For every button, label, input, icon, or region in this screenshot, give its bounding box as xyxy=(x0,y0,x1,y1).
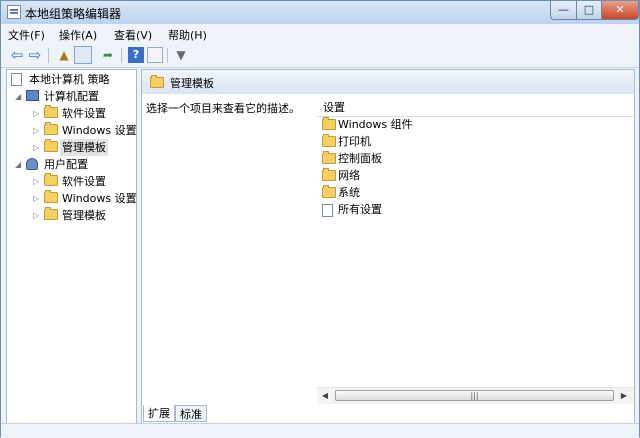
list-item-label: 网络 xyxy=(338,169,360,182)
details-pane: 管理模板 选择一个项目来查看它的描述。 设置 Windows 组件 打印机 控制… xyxy=(141,69,635,424)
folder-icon xyxy=(44,105,58,118)
folder-icon xyxy=(322,168,336,181)
up-folder-icon[interactable]: ▲ xyxy=(56,47,72,63)
tree-item-label: 软件设置 xyxy=(62,175,106,188)
computer-icon xyxy=(26,90,39,101)
toolbar-divider xyxy=(121,48,122,63)
folder-icon xyxy=(44,207,58,220)
close-button[interactable]: ✕ xyxy=(601,1,639,20)
show-tree-icon[interactable] xyxy=(74,46,92,64)
expand-icon[interactable]: ▷ xyxy=(33,173,39,190)
toolbar-divider xyxy=(48,48,49,63)
menu-bar: 文件(F) 操作(A) 查看(V) 帮助(H) xyxy=(1,24,639,44)
all-settings-icon xyxy=(322,204,333,217)
details-title: 管理模板 xyxy=(170,77,214,90)
column-title: 设置 xyxy=(323,101,345,114)
tab-standard[interactable]: 标准 xyxy=(175,405,207,422)
status-bar xyxy=(1,423,639,438)
menu-view[interactable]: 查看(V) xyxy=(114,27,152,43)
tree-item-label: 管理模板 xyxy=(62,209,106,222)
scroll-thumb[interactable]: ||| xyxy=(335,390,614,401)
menu-help[interactable]: 帮助(H) xyxy=(168,27,207,43)
minimize-button[interactable]: — xyxy=(550,1,577,20)
policy-editor-icon xyxy=(7,5,21,19)
forward-icon[interactable]: ⇨ xyxy=(27,47,43,63)
folder-icon xyxy=(44,122,58,135)
view-tabs: 扩展 标准 xyxy=(141,404,635,423)
expand-icon[interactable]: ▷ xyxy=(33,122,39,139)
collapse-icon[interactable]: ◢ xyxy=(15,88,21,105)
tree-item-label: 软件设置 xyxy=(62,107,106,120)
folder-icon xyxy=(322,185,336,198)
list-item-label: Windows 组件 xyxy=(338,118,413,131)
folder-icon xyxy=(150,75,164,88)
filter-icon[interactable]: ▼ xyxy=(173,47,189,63)
description-text: 选择一个项目来查看它的描述。 xyxy=(146,102,300,115)
toolbar-divider xyxy=(167,48,168,63)
folder-icon xyxy=(322,134,336,147)
tree-item-label: 计算机配置 xyxy=(44,90,99,103)
folder-icon xyxy=(44,173,58,186)
expand-icon[interactable]: ▷ xyxy=(33,139,39,156)
export-list-icon[interactable]: ➦ xyxy=(100,47,116,63)
maximize-button[interactable]: □ xyxy=(576,1,602,20)
expand-icon[interactable]: ▷ xyxy=(33,190,39,207)
properties-icon[interactable] xyxy=(147,47,163,63)
tree-item-label: 本地计算机 策略 xyxy=(29,73,110,86)
folder-icon xyxy=(322,151,336,164)
column-header-settings[interactable]: 设置 xyxy=(317,94,634,117)
horizontal-scrollbar[interactable]: ◀ ||| ▶ xyxy=(317,387,634,404)
folder-icon xyxy=(44,190,58,203)
menu-action[interactable]: 操作(A) xyxy=(59,27,97,43)
tree-item-label: 用户配置 xyxy=(44,158,88,171)
list-item-label: 系统 xyxy=(338,186,360,199)
back-icon[interactable]: ⇦ xyxy=(9,47,25,63)
folder-icon xyxy=(44,139,58,152)
user-icon xyxy=(26,158,38,170)
details-header: 管理模板 xyxy=(142,70,634,94)
menu-file[interactable]: 文件(F) xyxy=(8,27,45,43)
toolbar: ⇦ ⇨ ▲ ➦ ? ▼ xyxy=(1,44,639,68)
policy-document-icon xyxy=(11,73,22,86)
tree-item-label: Windows 设置 xyxy=(62,192,137,205)
help-icon[interactable]: ? xyxy=(128,47,144,63)
folder-icon xyxy=(322,117,336,130)
title-bar: 本地组策略编辑器 — □ ✕ xyxy=(1,1,639,24)
expand-icon[interactable]: ▷ xyxy=(33,207,39,224)
scroll-right-icon[interactable]: ▶ xyxy=(616,388,632,404)
list-item-label: 控制面板 xyxy=(338,152,382,165)
list-item-label: 打印机 xyxy=(338,135,371,148)
tab-extended[interactable]: 扩展 xyxy=(143,405,175,422)
collapse-icon[interactable]: ◢ xyxy=(15,156,21,173)
window-title: 本地组策略编辑器 xyxy=(25,7,122,21)
expand-icon[interactable]: ▷ xyxy=(33,105,39,122)
tree-item-label: 管理模板 xyxy=(60,139,108,156)
scroll-left-icon[interactable]: ◀ xyxy=(317,388,333,404)
app-window: 本地组策略编辑器 — □ ✕ 文件(F) 操作(A) 查看(V) 帮助(H) ⇦… xyxy=(0,0,640,438)
list-item-label: 所有设置 xyxy=(338,203,382,216)
tree-pane: 本地计算机 策略 ◢ 计算机配置 ▷ 软件设置 ▷ Windows 设置 ▷ 管… xyxy=(6,69,137,424)
tree-item-label: Windows 设置 xyxy=(62,124,137,137)
